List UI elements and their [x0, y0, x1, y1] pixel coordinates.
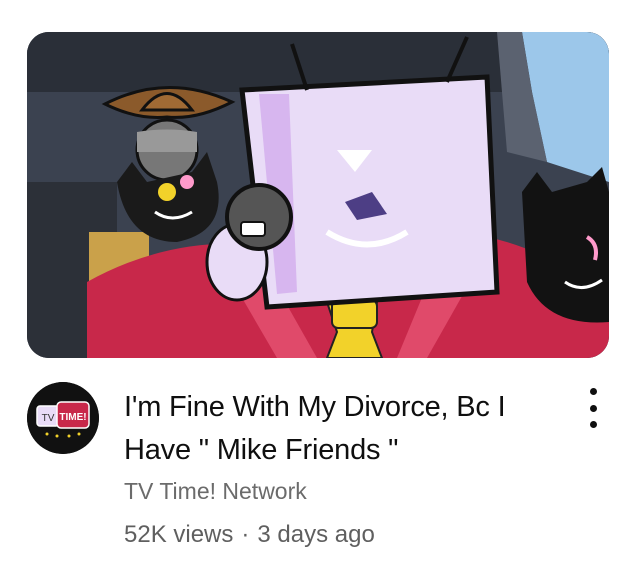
- video-title[interactable]: I'm Fine With My Divorce, Bc I Have " Mi…: [124, 386, 544, 472]
- video-thumbnail[interactable]: [27, 32, 609, 358]
- video-metadata: 52K views · 3 days ago: [124, 521, 375, 549]
- view-count: 52K views: [124, 521, 234, 548]
- channel-avatar[interactable]: TV TIME!: [27, 382, 99, 454]
- thumbnail-illustration: [27, 32, 609, 358]
- svg-text:TV: TV: [42, 413, 55, 424]
- svg-text:TIME!: TIME!: [59, 412, 86, 423]
- meta-separator: ·: [241, 521, 250, 548]
- more-vert-icon[interactable]: [578, 388, 608, 428]
- more-dot: [589, 388, 597, 395]
- more-dot: [589, 404, 597, 412]
- more-dot: [589, 421, 597, 428]
- channel-name[interactable]: TV Time! Network: [124, 478, 307, 505]
- upload-age: 3 days ago: [257, 521, 375, 548]
- tv-time-logo: TV TIME!: [27, 382, 99, 454]
